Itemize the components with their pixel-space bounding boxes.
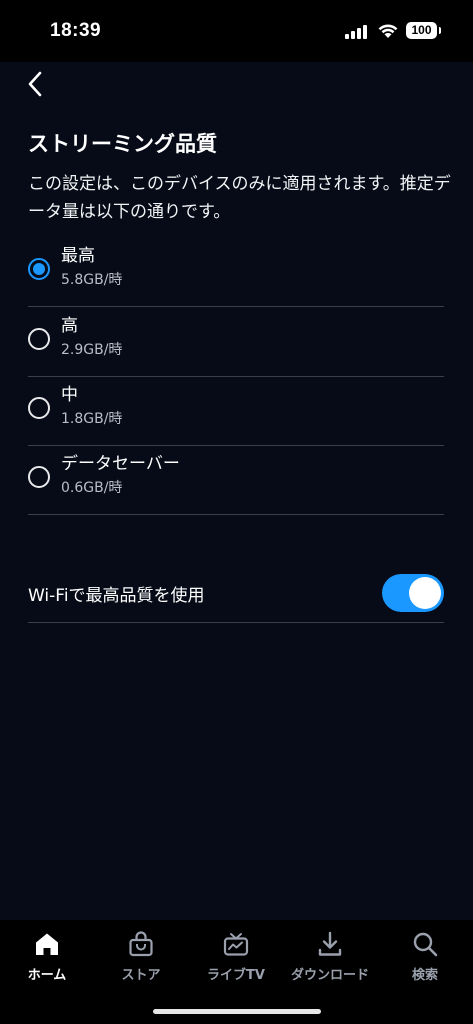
store-bag-icon bbox=[129, 931, 153, 957]
option-data-usage: 5.8GB/時 bbox=[61, 272, 123, 288]
option-data-usage: 1.8GB/時 bbox=[61, 411, 123, 427]
option-data-usage: 0.6GB/時 bbox=[61, 480, 123, 496]
radio-unselected[interactable] bbox=[28, 466, 50, 488]
option-label: 高 bbox=[61, 316, 78, 336]
search-icon bbox=[413, 932, 438, 957]
tab-store[interactable]: ストア bbox=[94, 930, 188, 990]
live-tv-icon bbox=[223, 933, 249, 956]
battery-indicator: 100 bbox=[406, 22, 441, 39]
toggle-knob bbox=[409, 577, 441, 609]
chevron-left-icon bbox=[28, 71, 42, 97]
status-bar: 18:39 100 bbox=[0, 0, 473, 62]
tab-label: ライブTV bbox=[207, 968, 265, 983]
back-button[interactable] bbox=[22, 68, 52, 100]
status-time: 18:39 bbox=[50, 20, 102, 41]
option-data-usage: 2.9GB/時 bbox=[61, 342, 123, 358]
quality-option-medium[interactable]: 中 1.8GB/時 bbox=[28, 376, 444, 446]
home-indicator[interactable] bbox=[153, 1009, 321, 1014]
tab-label: ダウンロード bbox=[290, 968, 369, 983]
option-label: 中 bbox=[61, 385, 78, 405]
cellular-signal-icon bbox=[345, 25, 369, 39]
tab-search[interactable]: 検索 bbox=[378, 930, 472, 990]
tab-label: ホーム bbox=[27, 968, 67, 983]
radio-unselected[interactable] bbox=[28, 328, 50, 350]
tab-home[interactable]: ホーム bbox=[0, 930, 94, 990]
radio-selected[interactable] bbox=[28, 258, 50, 280]
tab-label: ストア bbox=[121, 968, 161, 983]
settings-screen: 18:39 100 ストリーミング品質 この設定は、このデバイスのみに適用されま… bbox=[0, 0, 473, 1024]
tab-live-tv[interactable]: ライブTV bbox=[189, 930, 283, 990]
home-icon bbox=[36, 933, 58, 955]
wifi-highest-quality-toggle[interactable] bbox=[382, 574, 444, 612]
tab-label: 検索 bbox=[411, 968, 438, 983]
download-icon bbox=[318, 931, 342, 956]
radio-unselected[interactable] bbox=[28, 397, 50, 419]
tab-download[interactable]: ダウンロード bbox=[283, 930, 377, 990]
quality-option-highest[interactable]: 最高 5.8GB/時 bbox=[28, 237, 444, 307]
quality-option-data-saver[interactable]: データセーバー 0.6GB/時 bbox=[28, 445, 444, 515]
page-description: この設定は、このデバイスのみに適用されます。推定データ量は以下の通りです。 bbox=[28, 174, 451, 222]
wifi-icon bbox=[378, 24, 398, 38]
page-title: ストリーミング品質 bbox=[28, 132, 217, 156]
quality-option-high[interactable]: 高 2.9GB/時 bbox=[28, 307, 444, 377]
wifi-highest-quality-row: Wi-Fiで最高品質を使用 bbox=[28, 560, 444, 623]
wifi-highest-quality-label: Wi-Fiで最高品質を使用 bbox=[28, 586, 205, 606]
option-label: データセーバー bbox=[61, 454, 180, 474]
option-label: 最高 bbox=[61, 246, 95, 266]
